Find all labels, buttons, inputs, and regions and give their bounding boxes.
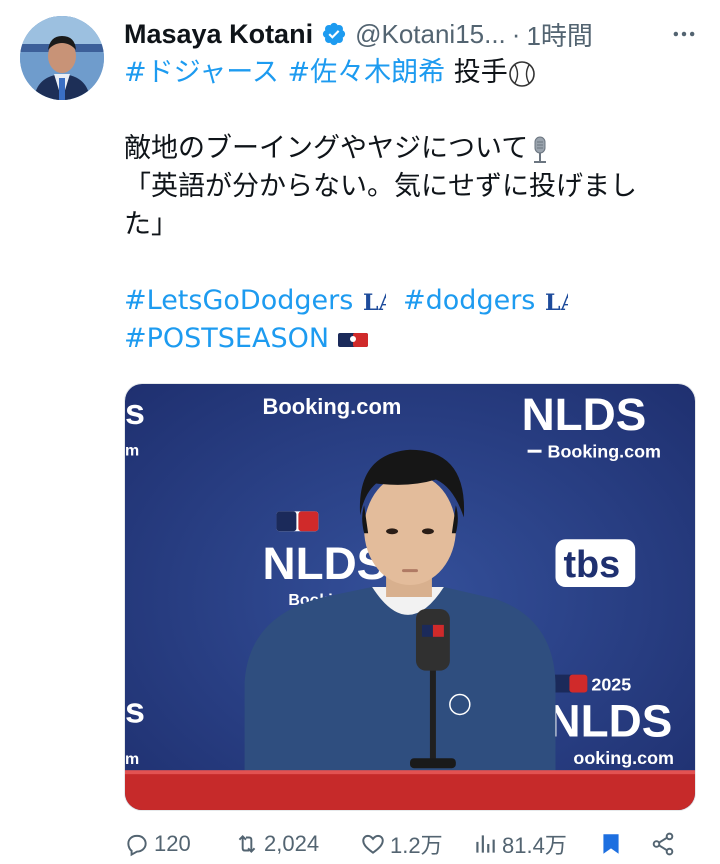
hashtag-dodgers-jp[interactable]: #ドジャース: [124, 57, 279, 88]
user-handle[interactable]: @Kotani15...: [355, 19, 506, 50]
svg-text:LA: LA: [545, 290, 568, 316]
more-icon: [673, 31, 695, 37]
backdrop-network: tbs: [563, 544, 620, 586]
mlb-logo-icon: [337, 332, 368, 347]
like-icon: [362, 834, 384, 854]
repost-icon: [238, 835, 256, 853]
views-icon: [476, 835, 495, 853]
hashtag-dodgers[interactable]: #dodgers: [403, 285, 535, 316]
share-icon: [652, 832, 674, 856]
repost-count: 2,024: [264, 831, 320, 856]
avatar[interactable]: [20, 16, 104, 100]
user-name[interactable]: Masaya Kotani: [124, 19, 313, 50]
tweet-text: #ドジャース #佐々木朗希 投手 敵地のブーイングやヤジについて 「英語が分から…: [124, 54, 700, 358]
verified-badge-icon: [322, 22, 346, 46]
hashtag-postseason[interactable]: #POSTSEASON: [124, 323, 329, 354]
tweet-line-3: 「英語が分からない。気にせずに投げまし: [124, 171, 637, 202]
more-button[interactable]: [668, 18, 700, 50]
svg-text:LA: LA: [363, 290, 386, 316]
backdrop-series-top: NLDS: [522, 389, 647, 440]
separator: ·: [511, 18, 521, 49]
views-button[interactable]: 81.4万: [472, 828, 598, 860]
backdrop-series-bottom: NLDS: [548, 695, 673, 746]
reply-count: 120: [154, 831, 191, 856]
tweet-role: 投手: [453, 57, 508, 88]
like-button[interactable]: 1.2万: [360, 828, 472, 860]
tweet-line-4: た」: [124, 209, 178, 240]
hashtag-letsgododgers[interactable]: #LetsGoDodgers: [124, 285, 353, 316]
backdrop-partial-right: ooking.com: [573, 748, 674, 768]
tweet-media-image[interactable]: Booking.com NLDS Booking.com s m NLDS Bo…: [124, 383, 696, 811]
backdrop-year: 2025: [591, 675, 631, 695]
tweet-line-2: 敵地のブーイングやヤジについて: [124, 133, 529, 164]
reply-icon: [127, 834, 147, 857]
microphone-icon: [534, 136, 547, 163]
la-logo-icon: LA: [363, 290, 386, 316]
reply-button[interactable]: 120: [124, 831, 234, 857]
backdrop-letter-left: s: [125, 392, 145, 432]
action-bar: 120 2,024 1.2万 81.4万: [124, 824, 700, 864]
timestamp[interactable]: 1時間: [526, 16, 592, 53]
backdrop-sponsor-small: Booking.com: [548, 442, 661, 462]
backdrop-sponsor: Booking.com: [263, 394, 402, 419]
tweet-header: Masaya Kotani @Kotani15... · 1時間: [124, 12, 704, 56]
views-count: 81.4万: [502, 833, 567, 858]
backdrop-letter-left-2: m: [125, 443, 139, 460]
backdrop-letter-left-4: m: [125, 751, 139, 768]
la-logo-icon: LA: [545, 290, 568, 316]
hashtag-sasaki[interactable]: #佐々木朗希: [288, 57, 446, 88]
repost-button[interactable]: 2,024: [234, 831, 360, 857]
like-count: 1.2万: [390, 833, 443, 858]
share-button[interactable]: [650, 831, 676, 857]
baseball-icon: [508, 60, 535, 87]
bookmark-icon: [603, 834, 619, 854]
bookmark-button[interactable]: [598, 831, 650, 857]
backdrop-letter-left-3: s: [125, 690, 145, 730]
